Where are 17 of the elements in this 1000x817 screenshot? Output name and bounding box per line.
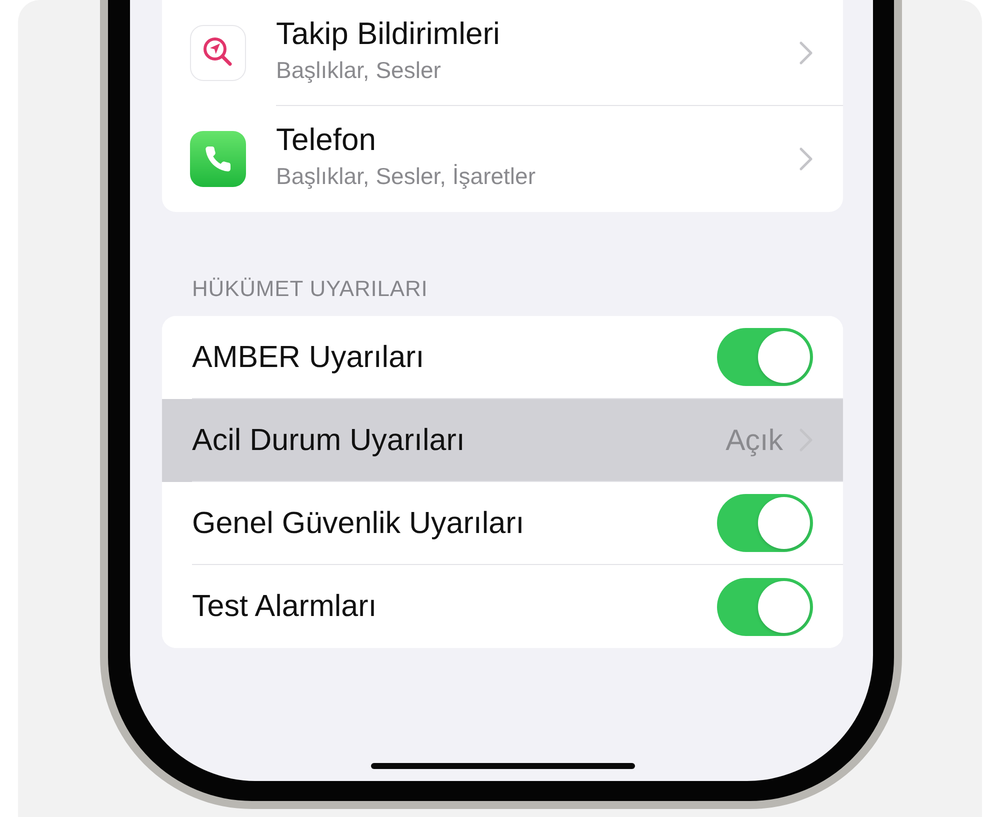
row-label: AMBER Uyarıları (192, 340, 424, 374)
row-value: Açık (726, 422, 783, 458)
chevron-icon (799, 147, 813, 171)
phone-app-icon (190, 131, 246, 187)
magnifier-app-icon (190, 25, 246, 81)
row-label: Genel Güvenlik Uyarıları (192, 506, 524, 540)
row-label: Acil Durum Uyarıları (192, 422, 465, 458)
settings-row[interactable]: Telefon Başlıklar, Sesler, İşaretler (162, 106, 843, 212)
chevron-icon (799, 40, 813, 64)
row-title: Takip Bildirimleri (276, 16, 500, 50)
section-header: HÜKÜMET UYARILARI (192, 276, 428, 302)
row-subtitle: Başlıklar, Sesler (276, 56, 441, 84)
row-subtitle: Başlıklar, Sesler, İşaretler (276, 163, 536, 190)
row-title: Telefon (276, 122, 376, 157)
settings-row[interactable]: Takip Bildirimleri Başlıklar, Sesler (162, 0, 843, 106)
row-label: Test Alarmları (192, 589, 377, 624)
settings-row[interactable]: Acil Durum Uyarıları Açık (162, 399, 843, 482)
